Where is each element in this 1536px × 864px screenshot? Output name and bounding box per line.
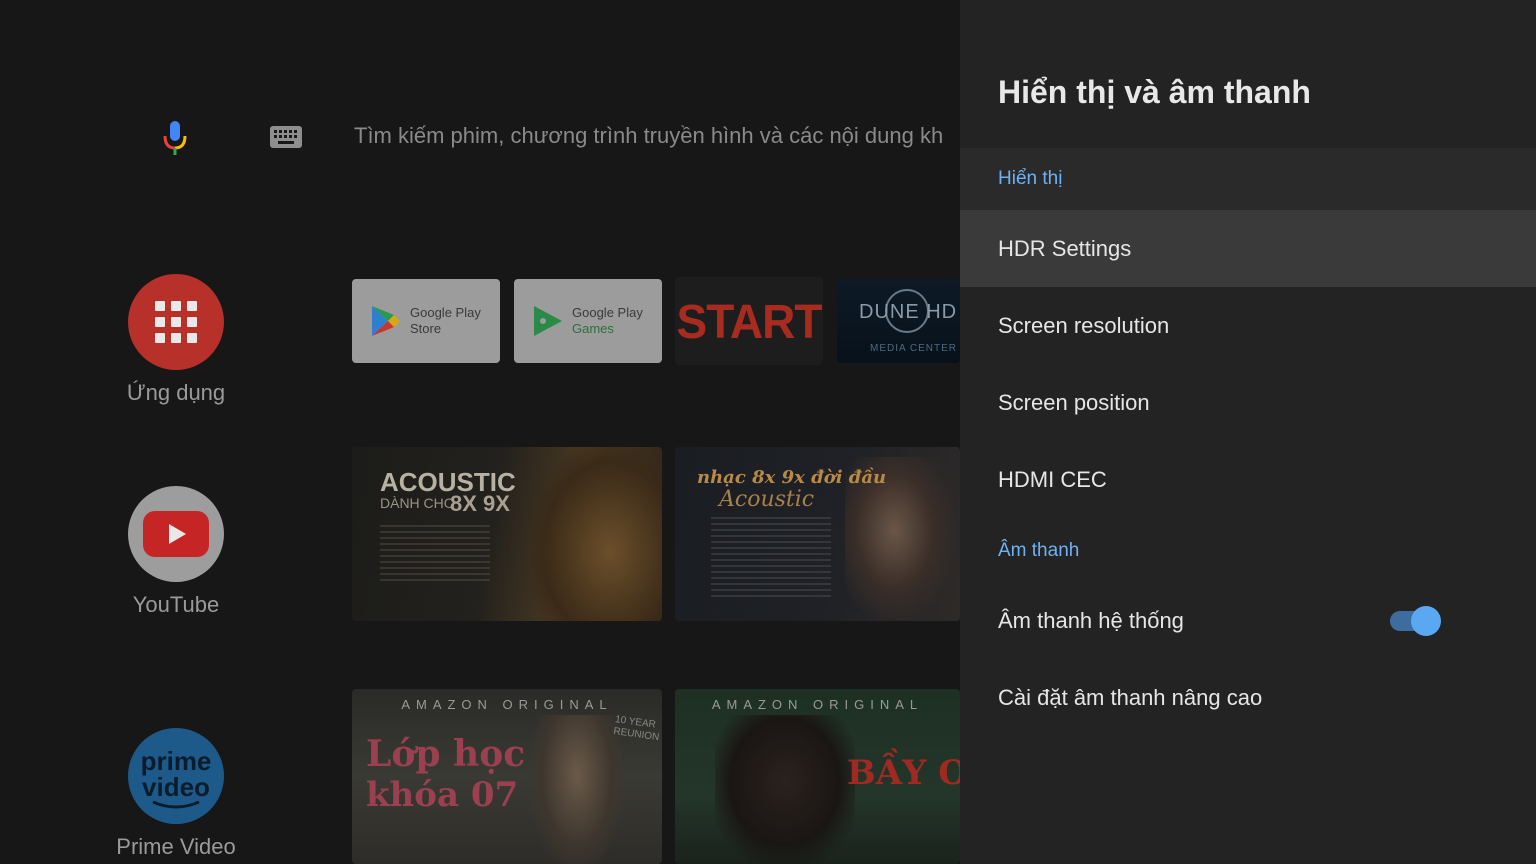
menu-item-hdmi-cec[interactable]: HDMI CEC: [960, 441, 1536, 518]
menu-item-label: Screen resolution: [998, 312, 1170, 338]
thumb-title: nhạc 8x 9x đời đầu: [697, 467, 887, 488]
tracklist: [711, 517, 831, 597]
channel-start[interactable]: START: [675, 276, 823, 366]
thumb-subtitle-b: 8X 9X: [450, 491, 510, 516]
microphone-icon[interactable]: [160, 118, 190, 158]
tracklist: [380, 525, 490, 583]
channel-play-games[interactable]: Google Play Games: [514, 279, 662, 363]
menu-item-screen-resolution[interactable]: Screen resolution: [960, 287, 1536, 364]
app-label: Prime Video: [116, 834, 236, 859]
menu-item-label: Âm thanh hệ thống: [998, 607, 1184, 633]
play-store-line1: Google Play: [410, 305, 481, 320]
menu-item-label: HDMI CEC: [998, 466, 1107, 492]
play-games-line1: Google Play: [572, 305, 643, 320]
menu-item-system-sound[interactable]: Âm thanh hệ thống: [960, 582, 1536, 659]
menu-item-hdr-settings[interactable]: HDR Settings: [960, 210, 1536, 287]
video-thumb-bay-ong[interactable]: AMAZON ORIGINAL BẦY ONG: [675, 689, 960, 864]
play-store-line2: Store: [410, 321, 442, 336]
youtube-icon: [128, 486, 224, 582]
app-tile-prime-video[interactable]: prime video Prime Video: [76, 728, 276, 860]
menu-item-screen-position[interactable]: Screen position: [960, 364, 1536, 441]
apps-grid-icon: [128, 274, 224, 370]
dune-sub: MEDIA CENTER: [870, 343, 958, 354]
app-tile-apps[interactable]: Ứng dụng: [76, 274, 276, 406]
panel-title: Hiển thị và âm thanh: [998, 74, 1311, 110]
thumb-title: BẦY ONG: [847, 753, 960, 793]
prime-video-icon: prime video: [128, 728, 224, 824]
app-label: YouTube: [132, 592, 220, 617]
section-header-sound: Âm thanh: [998, 540, 1080, 561]
channel-dune-hd[interactable]: DUNE HD MEDIA CENTER: [837, 279, 960, 363]
menu-item-label: Screen position: [998, 389, 1150, 415]
guitar-image: [532, 447, 662, 621]
play-store-icon: [372, 306, 400, 336]
character-image: [715, 715, 855, 864]
channel-play-store[interactable]: Google Play Store: [352, 279, 500, 363]
amazon-original-badge: AMAZON ORIGINAL: [401, 697, 613, 712]
video-thumb-nhac-8x9x[interactable]: nhạc 8x 9x đời đầu Acoustic: [675, 447, 960, 621]
play-games-line2: Games: [572, 321, 614, 336]
home-screen: Tìm kiếm phim, chương trình truyền hình …: [0, 0, 960, 864]
keyboard-icon[interactable]: [269, 125, 303, 149]
thumb-title-line1: Lớp học: [366, 733, 526, 775]
thumb-subtitle: Acoustic: [719, 487, 815, 512]
start-logo: START: [676, 293, 823, 349]
thumb-subtitle-a: DÀNH CHO: [380, 495, 455, 511]
amazon-original-badge: AMAZON ORIGINAL: [711, 697, 924, 712]
cast-image: [532, 715, 622, 864]
menu-item-advanced-sound[interactable]: Cài đặt âm thanh nâng cao: [960, 659, 1536, 736]
menu-item-label: HDR Settings: [998, 235, 1132, 261]
video-thumb-acoustic-8x9x[interactable]: ACOUSTIC DÀNH CHO 8X 9X: [352, 447, 662, 621]
menu-item-label: Cài đặt âm thanh nâng cao: [998, 684, 1263, 710]
app-label: Ứng dụng: [126, 380, 226, 405]
search-input[interactable]: Tìm kiếm phim, chương trình truyền hình …: [354, 123, 943, 149]
dune-brand: DUNE HD: [859, 301, 958, 323]
section-header-display: Hiển thị: [960, 148, 1536, 210]
settings-panel: Hiển thị và âm thanh Hiển thị HDR Settin…: [960, 0, 1536, 864]
play-games-icon: [534, 306, 562, 336]
app-tile-youtube[interactable]: YouTube: [76, 486, 276, 618]
thumb-title-line2: khóa 07: [366, 775, 519, 815]
video-thumb-lop-hoc-khoa-07[interactable]: AMAZON ORIGINAL Lớp học khóa 07 10 YEAR …: [352, 689, 662, 864]
system-sound-toggle[interactable]: [1390, 605, 1442, 636]
